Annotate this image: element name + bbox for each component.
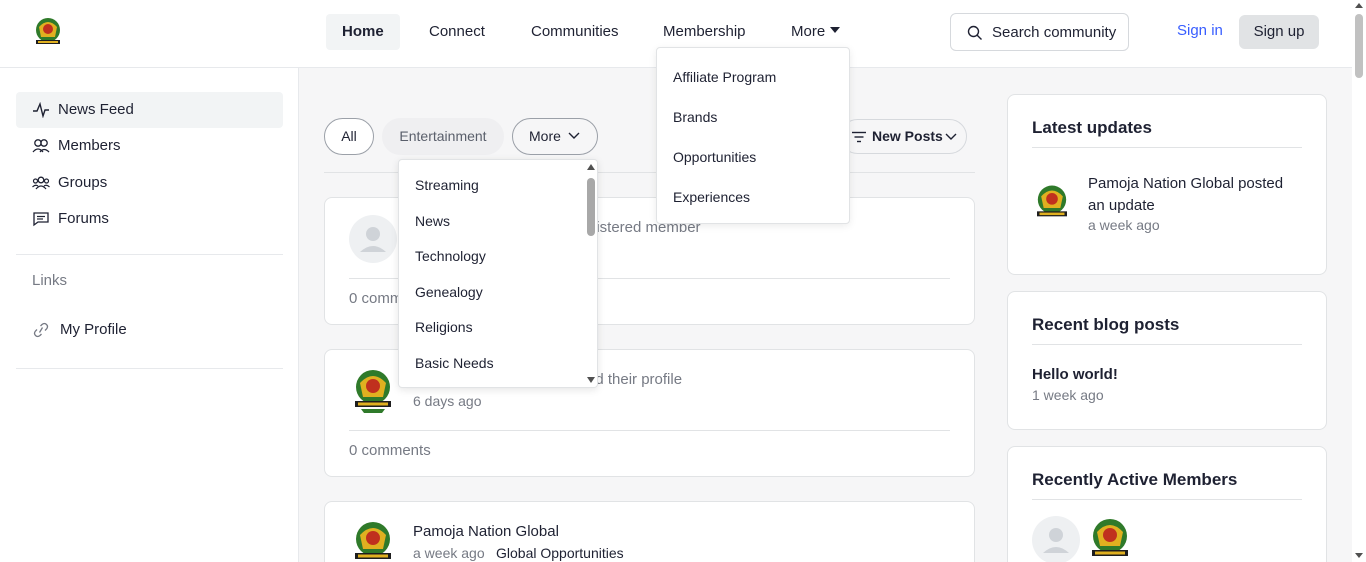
sidebar-item-label: My Profile bbox=[60, 321, 127, 338]
pamoja-logo-icon bbox=[355, 522, 391, 559]
sort-icon bbox=[852, 131, 866, 143]
widget-divider bbox=[1032, 147, 1302, 148]
activity-text: ed their profile bbox=[587, 371, 683, 388]
nav-more[interactable]: More bbox=[775, 14, 856, 50]
comments-count[interactable]: 0 comments bbox=[349, 442, 431, 459]
menu-item-experiences[interactable]: Experiences bbox=[673, 189, 750, 205]
activity-card: Pamoja Nation Global a week ago Global O… bbox=[324, 501, 975, 562]
default-avatar-icon bbox=[1043, 528, 1069, 553]
post-author[interactable]: Pamoja Nation Global bbox=[413, 523, 559, 540]
menu-item-brands[interactable]: Brands bbox=[673, 109, 717, 125]
scroll-up-icon[interactable] bbox=[1355, 3, 1363, 8]
post-time[interactable]: a week ago bbox=[413, 545, 485, 561]
avatar[interactable] bbox=[1032, 183, 1072, 223]
sort-label: New Posts bbox=[872, 128, 943, 144]
filter-option-genealogy[interactable]: Genealogy bbox=[415, 284, 483, 300]
filter-option-basic-needs[interactable]: Basic Needs bbox=[415, 355, 494, 371]
filter-option-streaming[interactable]: Streaming bbox=[415, 177, 479, 193]
chevron-down-icon bbox=[945, 133, 957, 140]
filter-option-religions[interactable]: Religions bbox=[415, 319, 473, 335]
active-members-widget: Recently Active Members bbox=[1007, 446, 1327, 562]
filter-entertainment[interactable]: Entertainment bbox=[382, 118, 504, 155]
nav-membership-label: Membership bbox=[663, 23, 746, 40]
nav-membership[interactable]: Membership bbox=[647, 14, 762, 50]
nav-communities[interactable]: Communities bbox=[515, 14, 635, 50]
sidebar-item-news-feed[interactable]: News Feed bbox=[16, 92, 283, 128]
filter-more-button[interactable]: More bbox=[512, 118, 598, 155]
nav-connect[interactable]: Connect bbox=[413, 14, 501, 50]
pamoja-logo-icon bbox=[1037, 185, 1067, 217]
forums-icon bbox=[33, 212, 49, 227]
avatar[interactable] bbox=[349, 519, 397, 562]
widget-title: Recent blog posts bbox=[1032, 315, 1180, 334]
scrollbar-thumb[interactable] bbox=[587, 178, 595, 236]
dropdown-scrollbar[interactable] bbox=[585, 160, 597, 387]
update-text[interactable]: Pamoja Nation Global posted an update bbox=[1088, 173, 1293, 217]
scroll-down-icon[interactable] bbox=[1355, 553, 1363, 558]
default-avatar-icon bbox=[360, 227, 386, 252]
card-divider bbox=[349, 430, 950, 431]
blog-post-title[interactable]: Hello world! bbox=[1032, 366, 1118, 383]
filter-option-news[interactable]: News bbox=[415, 213, 450, 229]
post-group[interactable]: Global Opportunities bbox=[496, 545, 624, 561]
nav-connect-label: Connect bbox=[429, 23, 485, 40]
scroll-up-icon[interactable] bbox=[587, 164, 595, 170]
widget-divider bbox=[1032, 499, 1302, 500]
link-icon bbox=[33, 322, 49, 338]
nav-home[interactable]: Home bbox=[326, 14, 400, 50]
avatar[interactable] bbox=[349, 367, 397, 415]
sidebar-item-my-profile[interactable]: My Profile bbox=[16, 312, 283, 348]
sidebar-item-label: Members bbox=[58, 137, 121, 154]
sidebar-item-label: Groups bbox=[58, 174, 108, 191]
scrollbar-thumb[interactable] bbox=[1355, 14, 1363, 78]
members-icon bbox=[32, 139, 50, 153]
avatar[interactable] bbox=[349, 215, 397, 263]
sign-up-button[interactable]: Sign up bbox=[1239, 15, 1319, 49]
menu-item-opportunities[interactable]: Opportunities bbox=[673, 149, 756, 165]
pamoja-logo-icon bbox=[355, 370, 391, 413]
widget-title: Latest updates bbox=[1032, 118, 1152, 137]
sidebar-divider bbox=[16, 254, 283, 255]
widget-title: Recently Active Members bbox=[1032, 470, 1238, 489]
nav-communities-label: Communities bbox=[531, 23, 619, 40]
latest-updates-widget: Latest updates Pamoja Nation Global post… bbox=[1007, 94, 1327, 275]
sidebar-divider bbox=[16, 368, 283, 369]
sort-dropdown[interactable]: New Posts bbox=[840, 119, 967, 154]
menu-item-affiliate-program[interactable]: Affiliate Program bbox=[673, 69, 776, 85]
page-scrollbar[interactable] bbox=[1352, 0, 1366, 562]
filter-more-menu: Streaming News Technology Genealogy Reli… bbox=[398, 159, 598, 388]
activity-icon bbox=[33, 102, 49, 118]
member-avatar[interactable] bbox=[1032, 516, 1080, 562]
widget-divider bbox=[1032, 344, 1302, 345]
links-heading: Links bbox=[32, 272, 68, 289]
search-label: Search community bbox=[992, 24, 1117, 41]
sidebar-item-label: Forums bbox=[58, 210, 109, 227]
sidebar-item-label: News Feed bbox=[58, 101, 134, 118]
comments-count[interactable]: 0 comm bbox=[349, 290, 402, 307]
update-time: a week ago bbox=[1088, 217, 1160, 233]
pamoja-logo-icon bbox=[1092, 519, 1128, 556]
scroll-down-icon[interactable] bbox=[587, 377, 595, 383]
nav-home-label: Home bbox=[342, 23, 384, 40]
member-avatar[interactable] bbox=[1086, 516, 1134, 562]
blog-post-time: 1 week ago bbox=[1032, 387, 1104, 403]
filter-option-technology[interactable]: Technology bbox=[415, 248, 486, 264]
nav-more-label: More bbox=[791, 23, 826, 40]
sidebar-item-groups[interactable]: Groups bbox=[16, 165, 283, 201]
nav-more-menu: Affiliate Program Brands Opportunities E… bbox=[656, 47, 850, 224]
recent-blog-widget: Recent blog posts Hello world! 1 week ag… bbox=[1007, 291, 1327, 430]
site-logo[interactable] bbox=[31, 15, 65, 49]
chevron-down-icon bbox=[568, 132, 580, 139]
search-icon bbox=[967, 25, 982, 40]
sidebar-item-forums[interactable]: Forums bbox=[16, 201, 283, 237]
filter-more-label: More bbox=[529, 128, 561, 144]
sign-in-link[interactable]: Sign in bbox=[1177, 22, 1223, 39]
left-sidebar: News Feed Members Groups Forums Links My… bbox=[0, 68, 299, 562]
sidebar-item-members[interactable]: Members bbox=[16, 128, 283, 164]
caret-down-icon bbox=[830, 27, 841, 34]
search-button[interactable]: Search community bbox=[950, 13, 1129, 51]
activity-time: 6 days ago bbox=[413, 393, 482, 409]
groups-icon bbox=[32, 176, 50, 190]
filter-all[interactable]: All bbox=[324, 118, 374, 155]
